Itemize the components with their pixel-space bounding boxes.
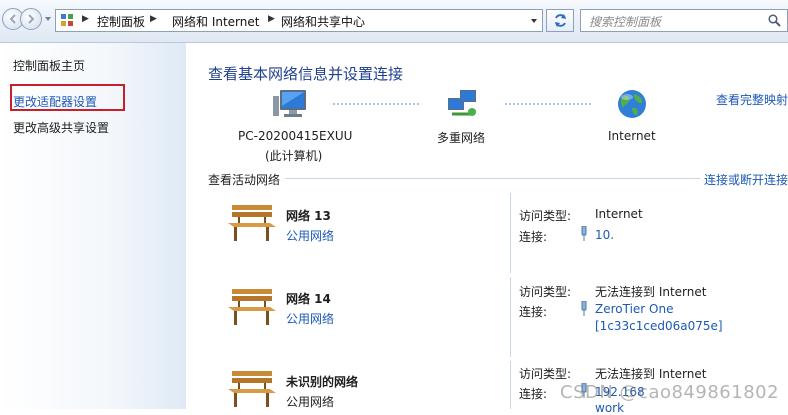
- refresh-icon: [555, 14, 566, 27]
- connect-disconnect-link[interactable]: 连接或断开连接: [704, 171, 788, 188]
- network-name: 网络 13: [286, 209, 331, 223]
- connection-label: 连接:: [519, 387, 548, 401]
- network-type-link[interactable]: 公用网络: [286, 310, 334, 327]
- access-type-label: 访问类型:: [519, 367, 572, 381]
- connection-value-link[interactable]: ZeroTier One: [595, 302, 673, 316]
- access-type-value: Internet: [595, 207, 643, 221]
- breadcrumb-control-panel[interactable]: 控制面板: [97, 13, 145, 30]
- view-full-map-link[interactable]: 查看完整映射: [716, 91, 788, 108]
- back-arrow-icon: [9, 14, 16, 24]
- public-network-bench-icon[interactable]: [226, 369, 278, 409]
- forward-button[interactable]: [20, 8, 42, 30]
- access-type-value: 无法连接到 Internet: [595, 367, 707, 381]
- connection-line: [505, 103, 591, 106]
- navigation-toolbar: ▶ 控制面板 ▶ 网络和 Internet ▶ 网络和共享中心: [0, 0, 788, 43]
- internet-globe-icon: [618, 90, 646, 118]
- connection-label: 连接:: [519, 230, 548, 244]
- breadcrumb-separator-icon[interactable]: ▶: [82, 14, 89, 24]
- computer-sub-label: (此计算机): [265, 149, 323, 163]
- network-name: 未识别的网络: [286, 375, 359, 389]
- access-type-label: 访问类型:: [519, 285, 572, 299]
- public-network-bench-icon[interactable]: [226, 203, 278, 243]
- connection-line: [333, 103, 419, 106]
- page-title: 查看基本网络信息并设置连接: [208, 65, 404, 83]
- sidebar-item-advanced-sharing-settings[interactable]: 更改高级共享设置: [13, 119, 109, 136]
- breadcrumb-separator-icon[interactable]: ▶: [268, 14, 275, 24]
- sidebar-item-control-panel-home[interactable]: 控制面板主页: [13, 57, 85, 74]
- adapter-plug-icon: [581, 301, 587, 316]
- computer-icon: [273, 90, 306, 117]
- adapter-plug-icon: [581, 226, 587, 241]
- breadcrumb-network-internet[interactable]: 网络和 Internet: [172, 13, 259, 30]
- access-type-label: 访问类型:: [519, 209, 572, 223]
- refresh-button[interactable]: [546, 9, 574, 32]
- search-box[interactable]: [580, 9, 788, 32]
- multiple-networks-label: 多重网络: [437, 131, 486, 145]
- divider: [510, 361, 511, 409]
- divider: [510, 193, 511, 273]
- address-bar[interactable]: ▶ 控制面板 ▶ 网络和 Internet ▶ 网络和共享中心: [55, 9, 543, 32]
- divider: [285, 178, 700, 179]
- history-dropdown-icon[interactable]: [44, 15, 52, 23]
- internet-label: Internet: [608, 129, 656, 143]
- highlight-box: [10, 84, 125, 111]
- watermark: CSDN @cao849861802: [560, 382, 780, 403]
- connection-value-link[interactable]: 10.: [595, 228, 614, 242]
- control-panel-icon: [61, 14, 73, 26]
- network-type-link[interactable]: 公用网络: [286, 227, 334, 244]
- connection-label: 连接:: [519, 305, 548, 319]
- breadcrumb-network-sharing-center[interactable]: 网络和共享中心: [281, 13, 365, 30]
- search-input[interactable]: [587, 11, 761, 32]
- network-name: 网络 14: [286, 292, 331, 306]
- divider: [510, 277, 511, 357]
- forward-arrow-icon: [28, 14, 35, 24]
- active-networks-header: 查看活动网络: [208, 173, 281, 187]
- connection-value-link-line2[interactable]: [1c33c1ced06a075e]: [595, 319, 723, 333]
- breadcrumb-separator-icon[interactable]: ▶: [150, 14, 157, 24]
- search-icon[interactable]: [768, 14, 781, 27]
- network-type-link[interactable]: 公用网络: [286, 393, 334, 410]
- connection-value-link-line2[interactable]: work: [595, 401, 624, 415]
- public-network-bench-icon[interactable]: [226, 287, 278, 327]
- address-dropdown-icon[interactable]: [530, 17, 538, 25]
- access-type-value: 无法连接到 Internet: [595, 285, 707, 299]
- multiple-networks-icon: [448, 90, 476, 116]
- computer-name-label: PC-20200415EXUU: [238, 129, 353, 143]
